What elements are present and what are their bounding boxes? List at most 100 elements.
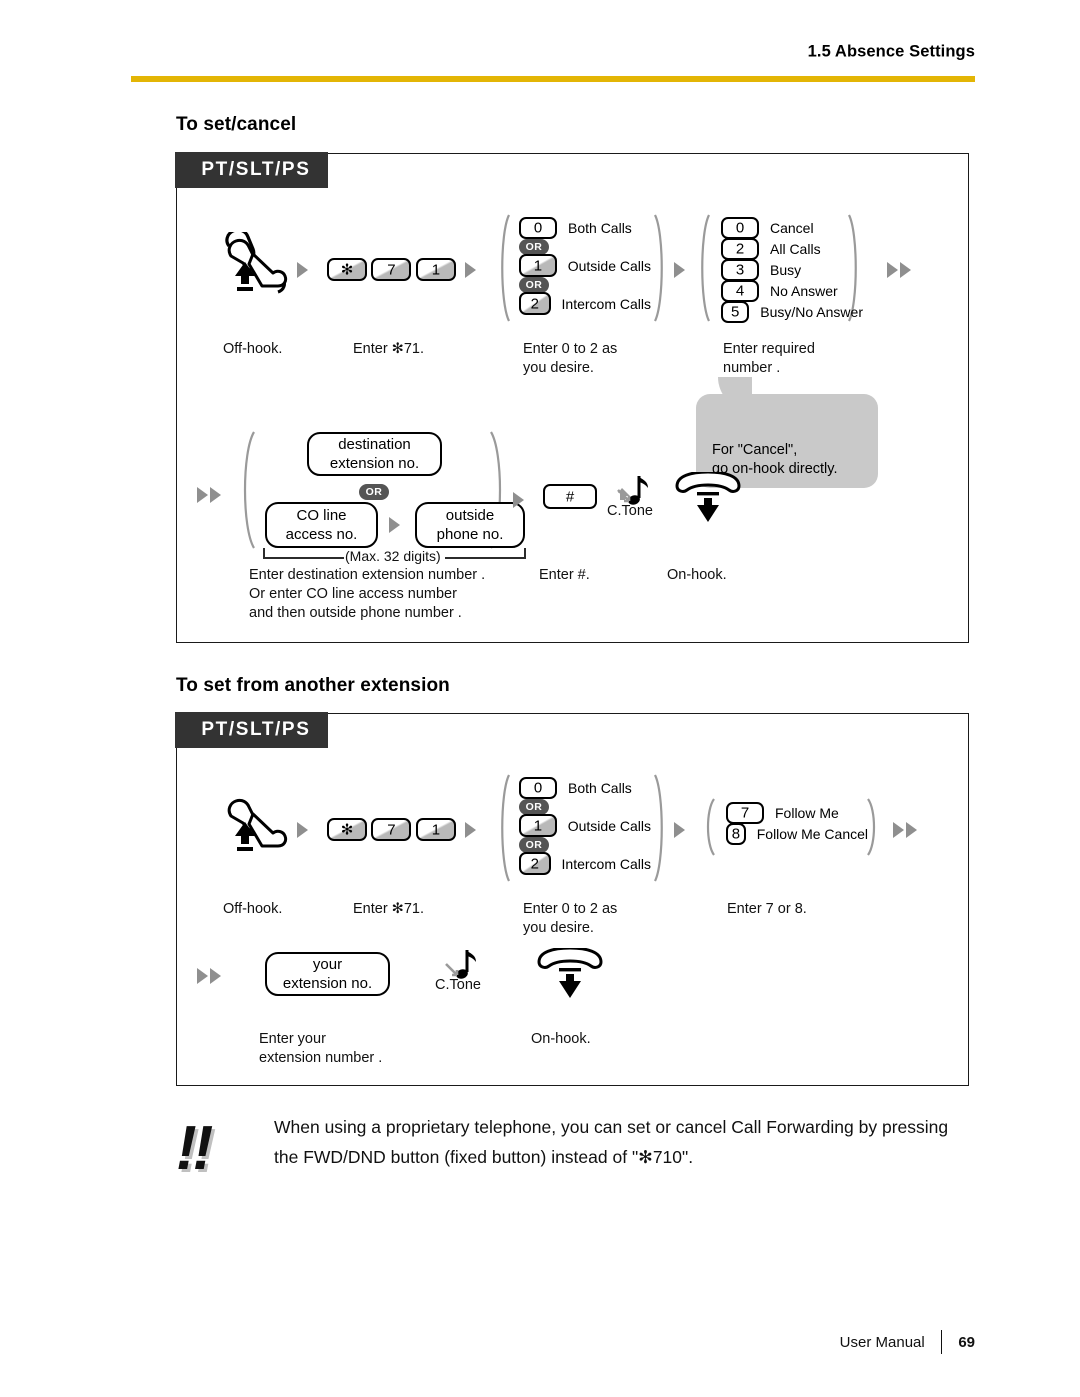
option-cancel[interactable]: 0 Cancel [721, 216, 863, 239]
or-pill: OR [519, 836, 549, 853]
box-outside-phone[interactable]: outside phone no. [415, 502, 525, 548]
key-2[interactable]: 2 [721, 237, 759, 260]
flow-arrow-double-2 [197, 487, 221, 503]
caption-enter-hash: Enter #. [539, 567, 590, 583]
option-label-both-calls: Both Calls [568, 219, 632, 236]
caption-on-hook-1: On-hook. [667, 567, 727, 583]
off-hook-handset-icon-2 [219, 792, 295, 859]
flow-arrow-4 [389, 517, 400, 533]
box-co-line-access[interactable]: CO line access no. [265, 502, 378, 548]
flow-arrow-double-3 [893, 822, 917, 838]
option-outside-calls[interactable]: 1 Outside Calls [519, 814, 651, 837]
caption-call-type-1: Enter 0 to 2 as you desire. [523, 341, 618, 376]
option-label-outside-calls: Outside Calls [567, 257, 651, 274]
key-1[interactable]: 1 [415, 818, 456, 841]
box-destination-extension[interactable]: destination extension no. [307, 432, 442, 476]
diagram-panel-another-extension: PT/SLT/PS Off-hook. ✻ 7 1 Enter ✻71. 0 B… [175, 712, 969, 1086]
flow-arrow-2 [465, 262, 476, 278]
diagram-panel-set-cancel: PT/SLT/PS Off-hook. ✻ 7 1 Enter ✻71. 0 B… [175, 152, 969, 643]
flow-arrow-1 [297, 262, 308, 278]
dial-keys-71: ✻ 7 1 [327, 258, 456, 281]
key-1[interactable]: 1 [519, 254, 557, 277]
flow-arrow-7 [465, 822, 476, 838]
page-footer: User Manual 69 [840, 1330, 975, 1354]
flow-arrow-6 [297, 822, 308, 838]
section-title-set-cancel: To set/cancel [176, 114, 297, 135]
or-separator-5: OR [519, 836, 651, 853]
key-7[interactable]: 7 [726, 801, 764, 824]
option-both-calls[interactable]: 0 Both Calls [519, 776, 651, 799]
key-7[interactable]: 7 [371, 258, 412, 281]
key-5[interactable]: 5 [721, 300, 750, 323]
off-hook-handset-icon [219, 228, 295, 299]
max-digits-label: (Max. 32 digits) [345, 548, 441, 564]
option-no-answer[interactable]: 4 No Answer [721, 279, 863, 302]
option-intercom-calls[interactable]: 2 Intercom Calls [519, 852, 651, 875]
dial-keys-71-2: ✻ 7 1 [327, 818, 456, 841]
option-label-busy: Busy [770, 261, 802, 278]
key-7[interactable]: 7 [371, 818, 412, 841]
option-group-call-type-1: 0 Both Calls OR 1 Outside Calls OR 2 Int… [497, 211, 667, 322]
flow-arrow-5 [513, 492, 524, 508]
option-label-intercom-calls: Intercom Calls [561, 295, 651, 312]
option-label-both-calls: Both Calls [568, 779, 632, 796]
key-8[interactable]: 8 [726, 822, 746, 845]
note-text: When using a proprietary telephone, you … [274, 1117, 949, 1167]
note-block: !! When using a proprietary telephone, y… [176, 1112, 976, 1180]
caption-forward-type: Enter required number . [723, 341, 815, 376]
key-0[interactable]: 0 [519, 216, 557, 239]
key-star[interactable]: ✻ [327, 258, 367, 281]
key-1[interactable]: 1 [415, 258, 456, 281]
key-2[interactable]: 2 [519, 852, 551, 875]
option-busy[interactable]: 3 Busy [721, 258, 863, 281]
option-busy-no-answer[interactable]: 5 Busy/No Answer [721, 300, 863, 323]
option-label-all-calls: All Calls [770, 240, 821, 257]
flow-arrow-8 [674, 822, 685, 838]
hash-key-wrap: # [543, 484, 597, 509]
option-label-follow-me: Follow Me [775, 804, 839, 821]
on-hook-handset-icon [671, 470, 745, 533]
key-1[interactable]: 1 [519, 814, 557, 837]
bubble-tail [718, 377, 752, 397]
key-0[interactable]: 0 [721, 216, 759, 239]
or-separator-4: OR [519, 798, 651, 815]
or-separator-1: OR [519, 238, 651, 255]
option-both-calls[interactable]: 0 Both Calls [519, 216, 651, 239]
footer-divider [940, 1330, 943, 1354]
flow-arrow-3 [674, 262, 685, 278]
caption-off-hook-1: Off-hook. [223, 341, 283, 357]
key-4[interactable]: 4 [721, 279, 759, 302]
box-your-extension[interactable]: your extension no. [265, 952, 390, 996]
option-label-cancel: Cancel [770, 219, 814, 236]
caption-enter-71-1: Enter ✻71. [353, 341, 424, 357]
key-0[interactable]: 0 [519, 776, 557, 799]
section-title-set-another-extension: To set from another extension [176, 675, 450, 696]
header-section-label: 1.5 Absence Settings [807, 42, 975, 61]
option-label-outside-calls: Outside Calls [567, 817, 651, 834]
option-all-calls[interactable]: 2 All Calls [721, 237, 863, 260]
label-c-tone-2: C.Tone [435, 977, 481, 993]
option-follow-me-cancel[interactable]: 8 Follow Me Cancel [726, 822, 868, 845]
page-header: 1.5 Absence Settings [0, 0, 1080, 86]
option-intercom-calls[interactable]: 2 Intercom Calls [519, 292, 651, 315]
key-star[interactable]: ✻ [327, 818, 367, 841]
or-pill: OR [519, 238, 549, 255]
caption-your-extension: Enter your extension number . [259, 1031, 383, 1066]
footer-manual-label: User Manual [839, 1333, 925, 1351]
or-pill: OR [519, 798, 549, 815]
caption-enter-71-2: Enter ✻71. [353, 901, 424, 917]
option-group-call-type-2: 0 Both Calls OR 1 Outside Calls OR 2 Int… [497, 771, 667, 882]
option-label-intercom-calls: Intercom Calls [561, 855, 651, 872]
option-outside-calls[interactable]: 1 Outside Calls [519, 254, 651, 277]
key-2[interactable]: 2 [519, 292, 551, 315]
option-follow-me[interactable]: 7 Follow Me [726, 801, 868, 824]
key-hash[interactable]: # [543, 484, 597, 509]
or-pill: OR [519, 276, 549, 293]
header-rule [131, 76, 975, 82]
label-c-tone-1: C.Tone [607, 503, 653, 519]
or-separator-3: OR [359, 482, 389, 500]
panel-tab-pt-slt-ps-2: PT/SLT/PS [175, 712, 329, 749]
caption-call-type-2: Enter 0 to 2 as you desire. [523, 901, 618, 936]
key-3[interactable]: 3 [721, 258, 759, 281]
caption-off-hook-2: Off-hook. [223, 901, 283, 917]
